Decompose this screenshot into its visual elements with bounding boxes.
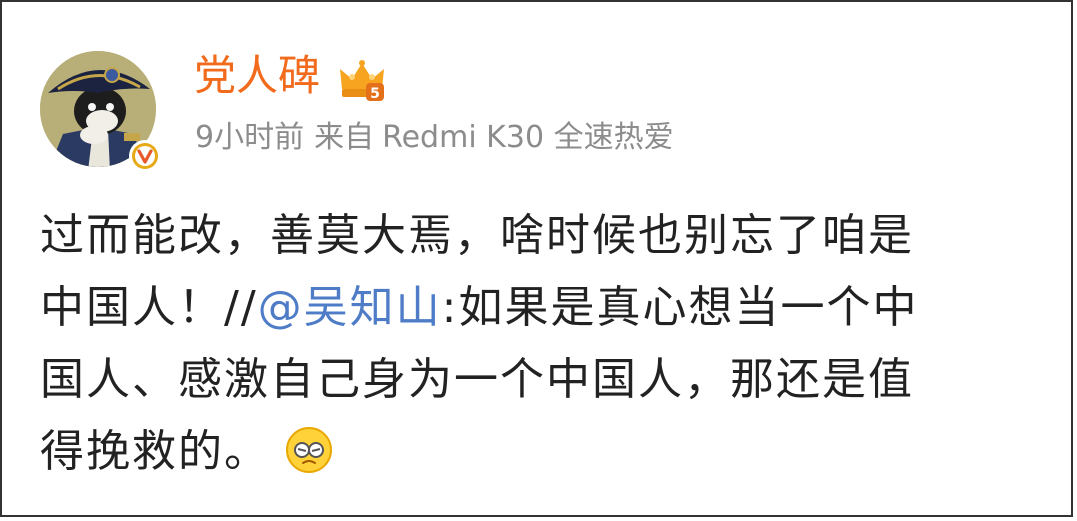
post-content: 过而能改，善莫大焉，啥时候也别忘了咱是 中国人！//@吴知山:如果是真心想当一个… [40,200,1030,488]
content-text: 中国人！// [40,282,258,333]
content-line: 得挽救的。 [40,416,1030,488]
content-text: :如果是真心想当一个中 [441,282,919,333]
facepalm-emoji-icon [284,425,334,475]
content-text: 得挽救的。 [40,426,270,477]
source-prefix: 来自 [314,120,375,155]
post-time[interactable]: 9小时前 [195,120,304,155]
vip-level: 5 [370,86,380,102]
content-line: 国人、感激自己身为一个中国人，那还是值 [40,354,914,405]
post-device[interactable]: Redmi K30 全速热爱 [382,120,673,155]
mention-link[interactable]: @吴知山 [258,282,442,333]
content-line: 过而能改，善莫大焉，啥时候也别忘了咱是 [40,210,914,261]
weibo-post-card: 党人碑 5 9小时前 来自 Redmi K30 全速热爱 过而能改，善莫大焉，啥时候… [0,0,1073,517]
crown-vip-icon[interactable]: 5 [338,59,386,103]
post-meta: 9小时前 来自 Redmi K30 全速热爱 [195,116,684,160]
username[interactable]: 党人碑 [194,50,320,102]
content-line: 中国人！//@吴知山:如果是真心想当一个中 [40,272,1030,344]
verified-v-icon [129,140,161,172]
user-avatar[interactable] [38,49,161,172]
